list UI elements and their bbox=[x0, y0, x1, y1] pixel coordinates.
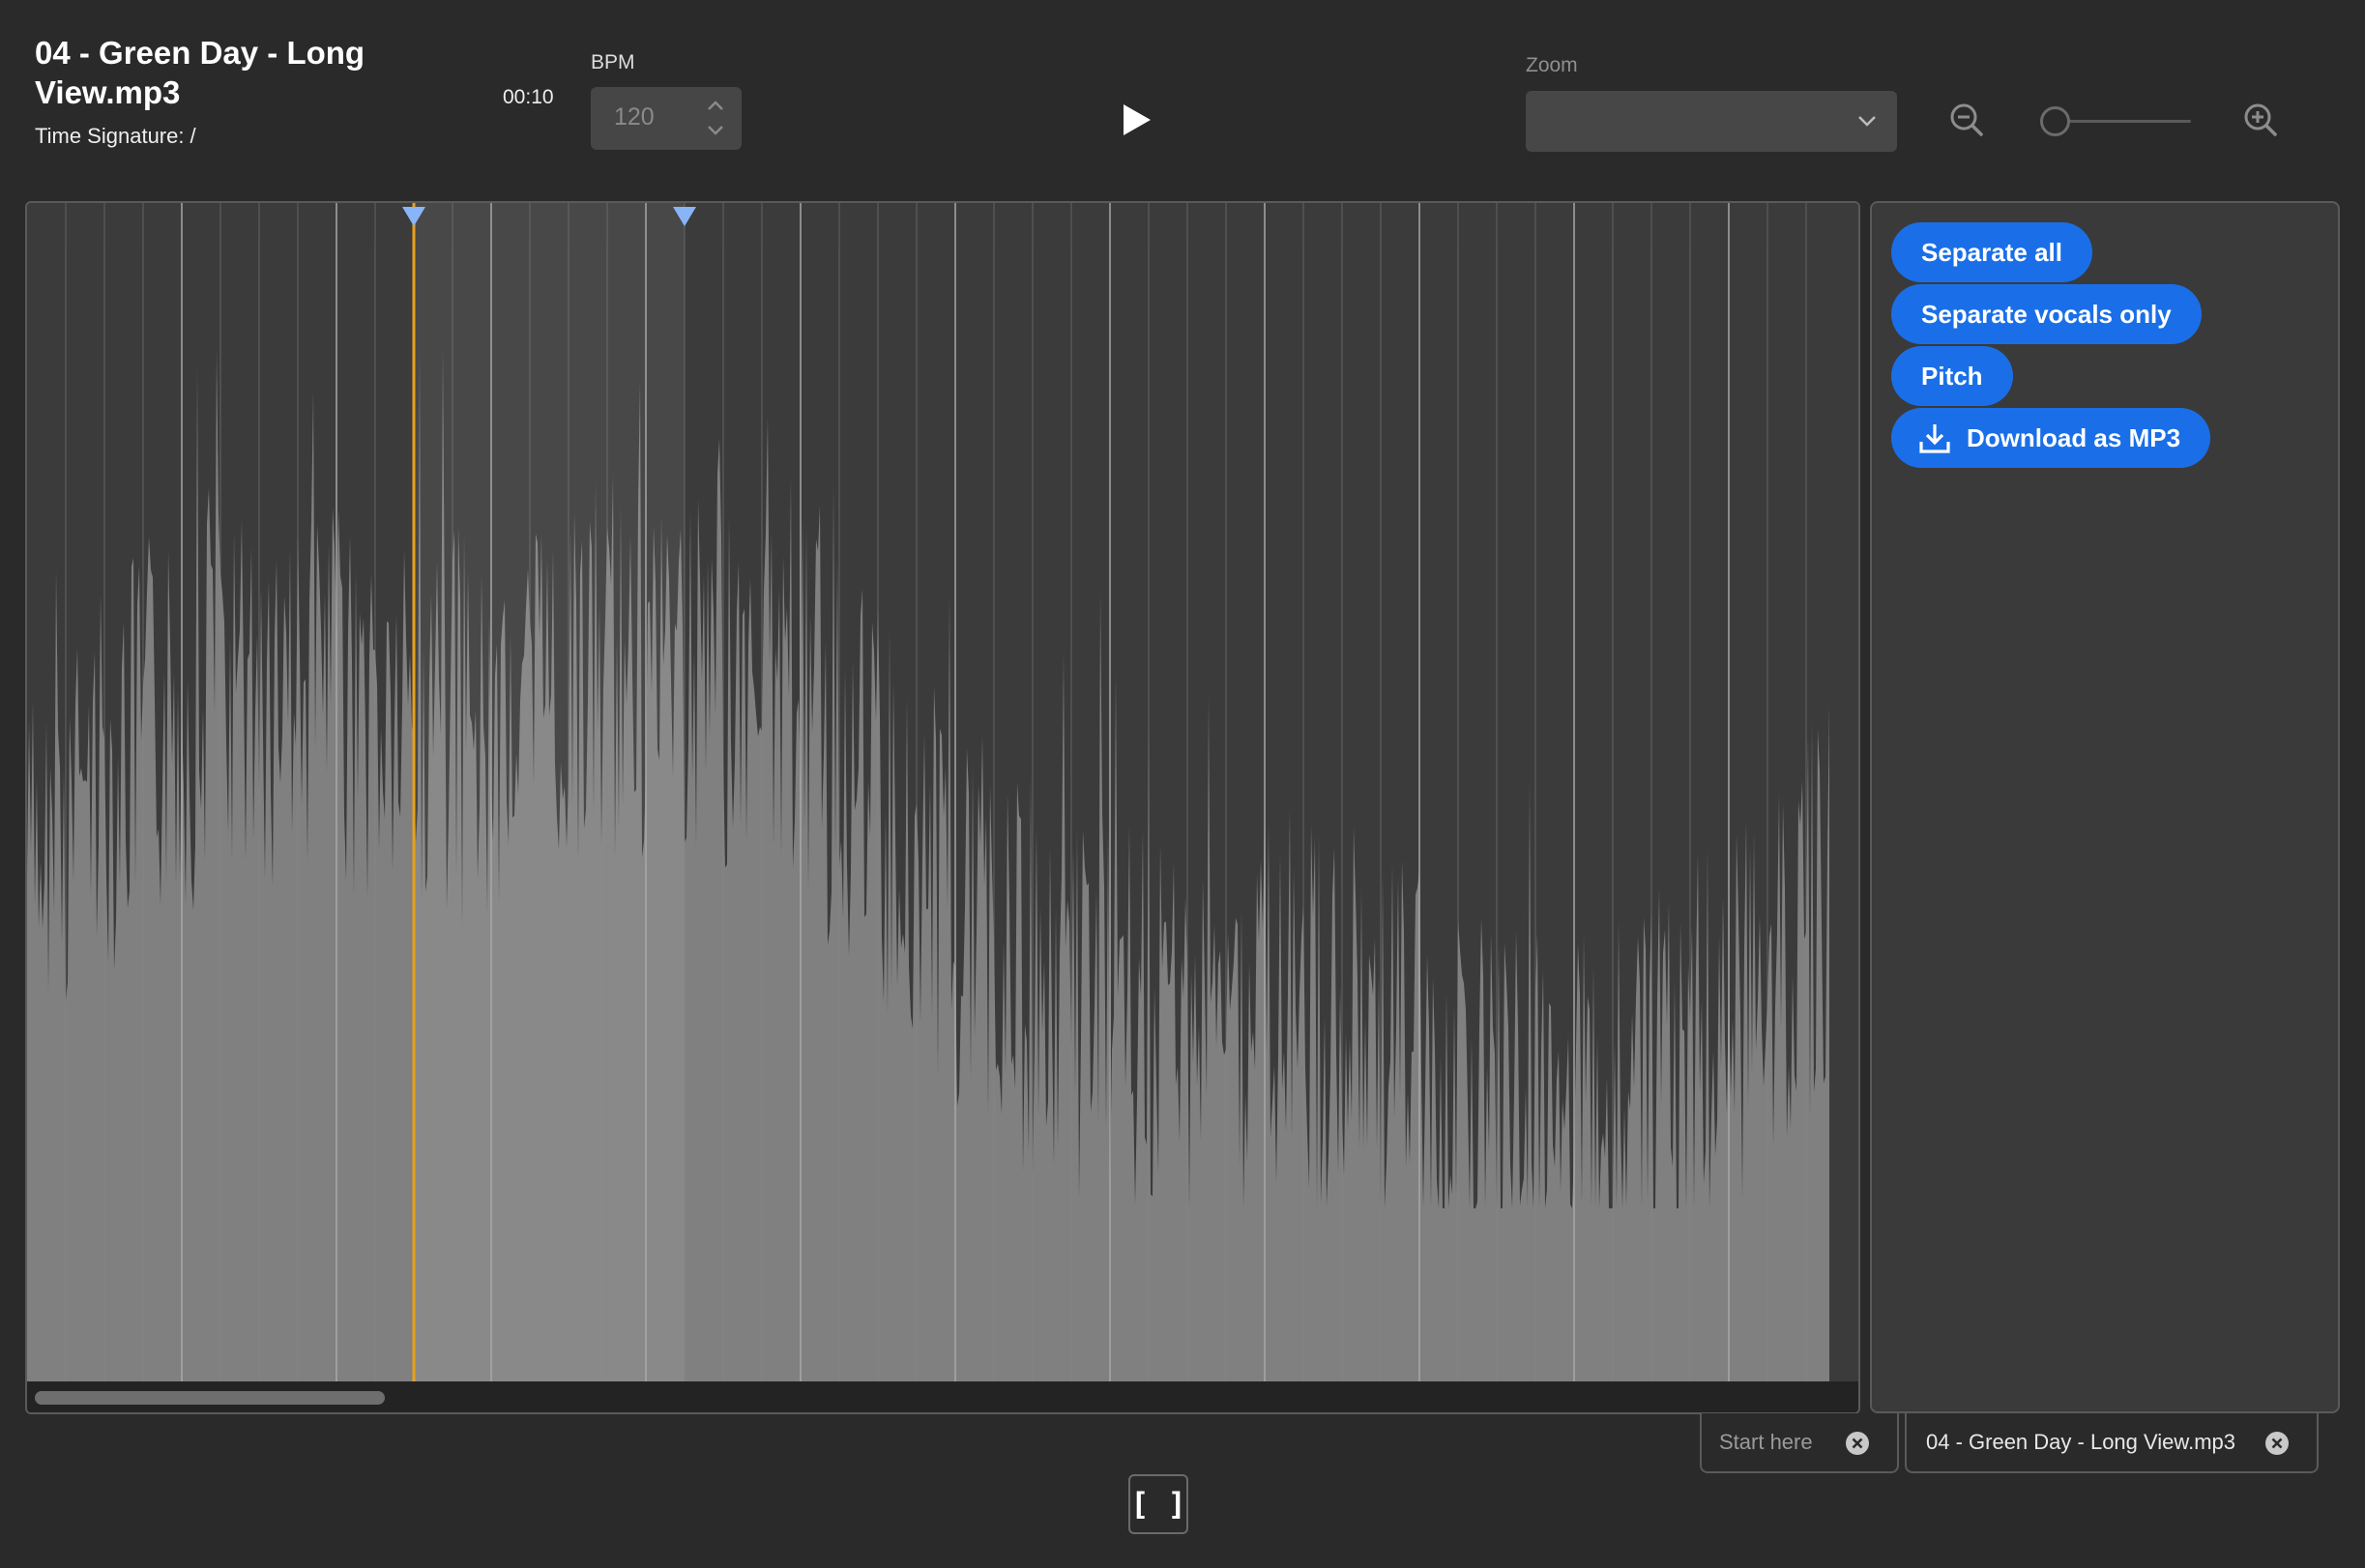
download-mp3-label: Download as MP3 bbox=[1967, 422, 2181, 452]
selected-region[interactable] bbox=[414, 203, 685, 1381]
tab-start-here[interactable]: Start here bbox=[1700, 1413, 1899, 1473]
zoom-slider[interactable] bbox=[2040, 103, 2191, 138]
waveform-end-region bbox=[1829, 203, 1858, 1381]
bpm-value[interactable]: 120 bbox=[614, 103, 655, 131]
play-icon bbox=[1124, 104, 1151, 135]
bpm-stepper[interactable]: 120 bbox=[591, 87, 742, 150]
waveform-editor[interactable] bbox=[25, 201, 1860, 1414]
waveform-canvas[interactable] bbox=[27, 203, 1858, 1381]
zoom-out-button[interactable] bbox=[1947, 101, 1986, 139]
time-signature-label: Time Signature: bbox=[35, 124, 185, 148]
region-select-button[interactable]: [ ] bbox=[1128, 1474, 1188, 1534]
separate-vocals-button[interactable]: Separate vocals only bbox=[1891, 284, 2202, 344]
chevron-up-icon[interactable] bbox=[703, 95, 728, 116]
horizontal-scrollbar[interactable] bbox=[27, 1381, 1858, 1412]
download-mp3-button[interactable]: Download as MP3 bbox=[1891, 408, 2211, 468]
play-button[interactable] bbox=[1117, 101, 1155, 139]
file-title: 04 - Green Day - Long View.mp3 bbox=[35, 35, 365, 110]
tab-start-here-label: Start here bbox=[1719, 1430, 1813, 1454]
tab-file[interactable]: 04 - Green Day - Long View.mp3 bbox=[1905, 1413, 2319, 1473]
time-signature-value: / bbox=[190, 124, 196, 148]
separate-all-label: Separate all bbox=[1921, 237, 2062, 267]
close-circle-icon[interactable] bbox=[2264, 1431, 2290, 1456]
bpm-label: BPM bbox=[591, 51, 635, 73]
separate-vocals-label: Separate vocals only bbox=[1921, 299, 2172, 329]
zoom-in-button[interactable] bbox=[2241, 101, 2280, 139]
time-signature: Time Signature: / bbox=[35, 124, 196, 149]
chevron-down-icon[interactable] bbox=[703, 120, 728, 141]
chevron-down-icon bbox=[1858, 116, 1876, 127]
zoom-slider-track bbox=[2050, 120, 2191, 123]
zoom-in-icon bbox=[2244, 103, 2277, 136]
download-icon bbox=[1919, 424, 1950, 453]
zoom-select[interactable] bbox=[1526, 91, 1897, 152]
current-time: 00:10 bbox=[503, 86, 554, 108]
scrollbar-thumb[interactable] bbox=[35, 1391, 385, 1405]
pitch-label: Pitch bbox=[1921, 361, 1983, 391]
close-circle-icon[interactable] bbox=[1845, 1431, 1870, 1456]
region-select-label: [ ] bbox=[1130, 1486, 1186, 1523]
zoom-slider-thumb[interactable] bbox=[2040, 106, 2070, 136]
actions-panel: Separate all Separate vocals only Pitch … bbox=[1870, 201, 2340, 1413]
zoom-out-icon bbox=[1950, 103, 1983, 136]
pitch-button[interactable]: Pitch bbox=[1891, 346, 2013, 406]
zoom-label: Zoom bbox=[1526, 54, 1578, 76]
separate-all-button[interactable]: Separate all bbox=[1891, 222, 2092, 282]
tab-file-label: 04 - Green Day - Long View.mp3 bbox=[1926, 1430, 2235, 1454]
